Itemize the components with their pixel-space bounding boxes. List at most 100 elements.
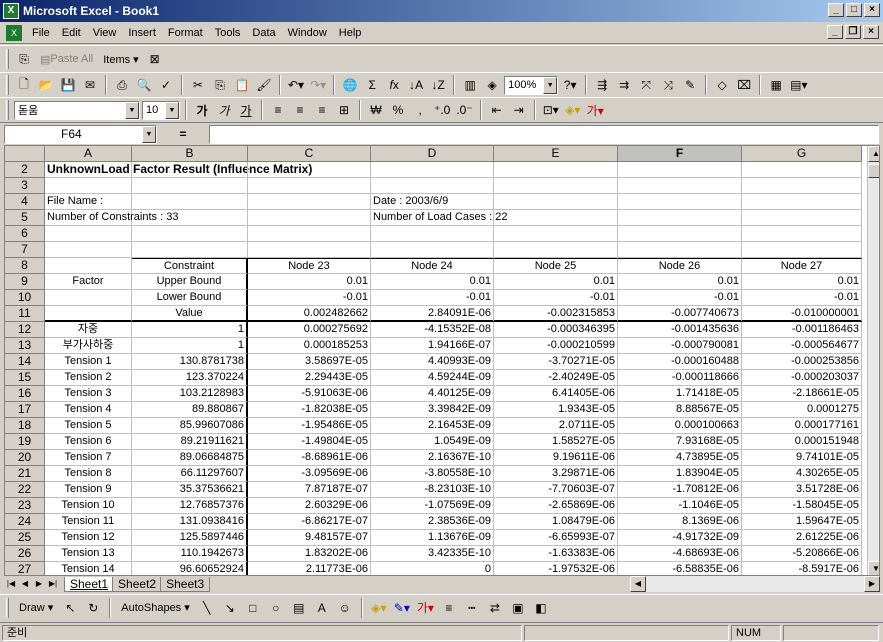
column-header-e[interactable]: E	[494, 146, 618, 162]
cell-g25[interactable]: 2.61225E-06	[742, 530, 862, 546]
cell-c11[interactable]: 0.002482662	[248, 306, 371, 322]
column-header-g[interactable]: G	[742, 146, 862, 162]
cell-e14[interactable]: -3.70271E-05	[494, 354, 618, 370]
cell-e24[interactable]: 1.08479E-06	[494, 514, 618, 530]
cell-b25[interactable]: 125.5897446	[132, 530, 248, 546]
name-box[interactable]: F64 ▼	[4, 124, 157, 144]
cell-g14[interactable]: -0.000253856	[742, 354, 862, 370]
cell-a10[interactable]	[45, 290, 132, 306]
autoshapes-menu-button[interactable]: AutoShapes ▾	[117, 597, 194, 619]
row-header[interactable]: 5	[5, 210, 45, 226]
sort-descending-icon[interactable]: ↓Z	[428, 74, 448, 96]
cell-d5[interactable]: Number of Load Cases : 22	[371, 210, 508, 226]
cell-f3[interactable]	[618, 178, 742, 194]
cell-a19[interactable]: Tension 6	[45, 434, 132, 450]
cell-d22[interactable]: -8.23103E-10	[371, 482, 494, 498]
cell-e21[interactable]: 3.29871E-06	[494, 466, 618, 482]
align-right-icon[interactable]: ≡	[312, 99, 332, 121]
cell-d9[interactable]: 0.01	[371, 274, 494, 290]
cell-f14[interactable]: -0.000160488	[618, 354, 742, 370]
cell-d24[interactable]: 2.38536E-09	[371, 514, 494, 530]
cell-g19[interactable]: 0.000151948	[742, 434, 862, 450]
help-icon[interactable]: ?▾	[560, 74, 580, 96]
decrease-indent-icon[interactable]: ⇤	[487, 99, 507, 121]
cell-g8[interactable]: Node 27	[742, 258, 862, 274]
clear-clipboard-icon[interactable]: ⊠	[145, 48, 165, 70]
cell-g18[interactable]: 0.000177161	[742, 418, 862, 434]
cell-a12[interactable]: 자중	[45, 322, 132, 338]
cell-g2[interactable]	[742, 162, 862, 178]
cell-f17[interactable]: 8.88567E-05	[618, 402, 742, 418]
cell-g20[interactable]: 9.74101E-05	[742, 450, 862, 466]
cell-b23[interactable]: 12.76857376	[132, 498, 248, 514]
doc-restore-button[interactable]: ❐	[845, 25, 861, 39]
cell-d2[interactable]	[371, 162, 494, 178]
spelling-icon[interactable]: ✓	[156, 74, 176, 96]
print-icon[interactable]: ⎙	[112, 74, 132, 96]
increase-indent-icon[interactable]: ⇥	[509, 99, 529, 121]
trace-precedents-icon[interactable]: ⇶	[592, 74, 612, 96]
show-watch-icon[interactable]: ▦	[766, 74, 786, 96]
workbook-icon[interactable]: X	[6, 24, 22, 41]
column-header-b[interactable]: B	[132, 146, 248, 162]
cell-b7[interactable]	[132, 242, 248, 258]
cell-c20[interactable]: -8.68961E-06	[248, 450, 371, 466]
cell-a13[interactable]: 부가사하중	[45, 338, 132, 354]
format-painter-icon[interactable]: 🖌	[254, 74, 274, 96]
cell-c24[interactable]: -6.86217E-07	[248, 514, 371, 530]
cell-a15[interactable]: Tension 2	[45, 370, 132, 386]
cell-a25[interactable]: Tension 12	[45, 530, 132, 546]
maximize-button[interactable]: □	[846, 3, 862, 17]
cell-d11[interactable]: 2.84091E-06	[371, 306, 494, 322]
cell-f26[interactable]: -4.68693E-06	[618, 546, 742, 562]
print-preview-icon[interactable]: 🔍	[134, 74, 154, 96]
cell-d3[interactable]	[371, 178, 494, 194]
cell-e7[interactable]	[494, 242, 618, 258]
row-header[interactable]: 12	[5, 322, 45, 338]
cell-a2[interactable]: UnknownLoad Factor Result (Influence Mat…	[45, 162, 312, 178]
row-header[interactable]: 21	[5, 466, 45, 482]
scroll-right-icon[interactable]: ▶	[864, 576, 880, 592]
scroll-thumb[interactable]	[868, 164, 879, 178]
cell-c17[interactable]: -1.82038E-05	[248, 402, 371, 418]
cell-d19[interactable]: 1.0549E-09	[371, 434, 494, 450]
new-comment-icon[interactable]: ✎	[680, 74, 700, 96]
cell-a20[interactable]: Tension 7	[45, 450, 132, 466]
hyperlink-icon[interactable]: 🌐	[340, 74, 360, 96]
column-header-d[interactable]: D	[371, 146, 494, 162]
cell-b14[interactable]: 130.8781738	[132, 354, 248, 370]
cell-g13[interactable]: -0.000564677	[742, 338, 862, 354]
chevron-down-icon[interactable]: ▼	[125, 101, 139, 119]
cell-d13[interactable]: 1.94166E-07	[371, 338, 494, 354]
cell-b17[interactable]: 89.880867	[132, 402, 248, 418]
row-header[interactable]: 8	[5, 258, 45, 274]
cell-a21[interactable]: Tension 8	[45, 466, 132, 482]
cell-a17[interactable]: Tension 4	[45, 402, 132, 418]
cell-g27[interactable]: -8.5917E-06	[742, 562, 862, 575]
row-header[interactable]: 20	[5, 450, 45, 466]
cell-c3[interactable]	[248, 178, 371, 194]
cell-c26[interactable]: 1.83202E-06	[248, 546, 371, 562]
decrease-decimal-icon[interactable]: .0⁻	[454, 99, 474, 121]
cell-a16[interactable]: Tension 3	[45, 386, 132, 402]
row-header[interactable]: 25	[5, 530, 45, 546]
line-icon[interactable]: ╲	[197, 597, 217, 619]
menu-file[interactable]: File	[26, 27, 56, 39]
cell-e23[interactable]: -2.65869E-06	[494, 498, 618, 514]
menu-data[interactable]: Data	[246, 27, 281, 39]
cell-a9[interactable]: Factor	[45, 274, 132, 290]
row-header[interactable]: 24	[5, 514, 45, 530]
cell-b24[interactable]: 131.0938416	[132, 514, 248, 530]
fill-color-icon[interactable]: ◈▾	[563, 99, 583, 121]
paste-icon[interactable]: 📋	[232, 74, 252, 96]
wordart-icon[interactable]: A	[312, 597, 332, 619]
trace-dependents-icon[interactable]: ⇉	[614, 74, 634, 96]
clear-circles-icon[interactable]: ⌧	[734, 74, 754, 96]
next-sheet-icon[interactable]: ▶	[32, 577, 46, 591]
line-color-icon[interactable]: ✎▾	[392, 597, 412, 619]
paste-all-button[interactable]: ▤ Paste All	[36, 48, 97, 70]
sheet-tab-sheet2[interactable]: Sheet2	[112, 576, 163, 592]
select-all-button[interactable]	[5, 146, 45, 162]
italic-icon[interactable]: 가	[214, 99, 234, 121]
cell-c6[interactable]	[248, 226, 371, 242]
